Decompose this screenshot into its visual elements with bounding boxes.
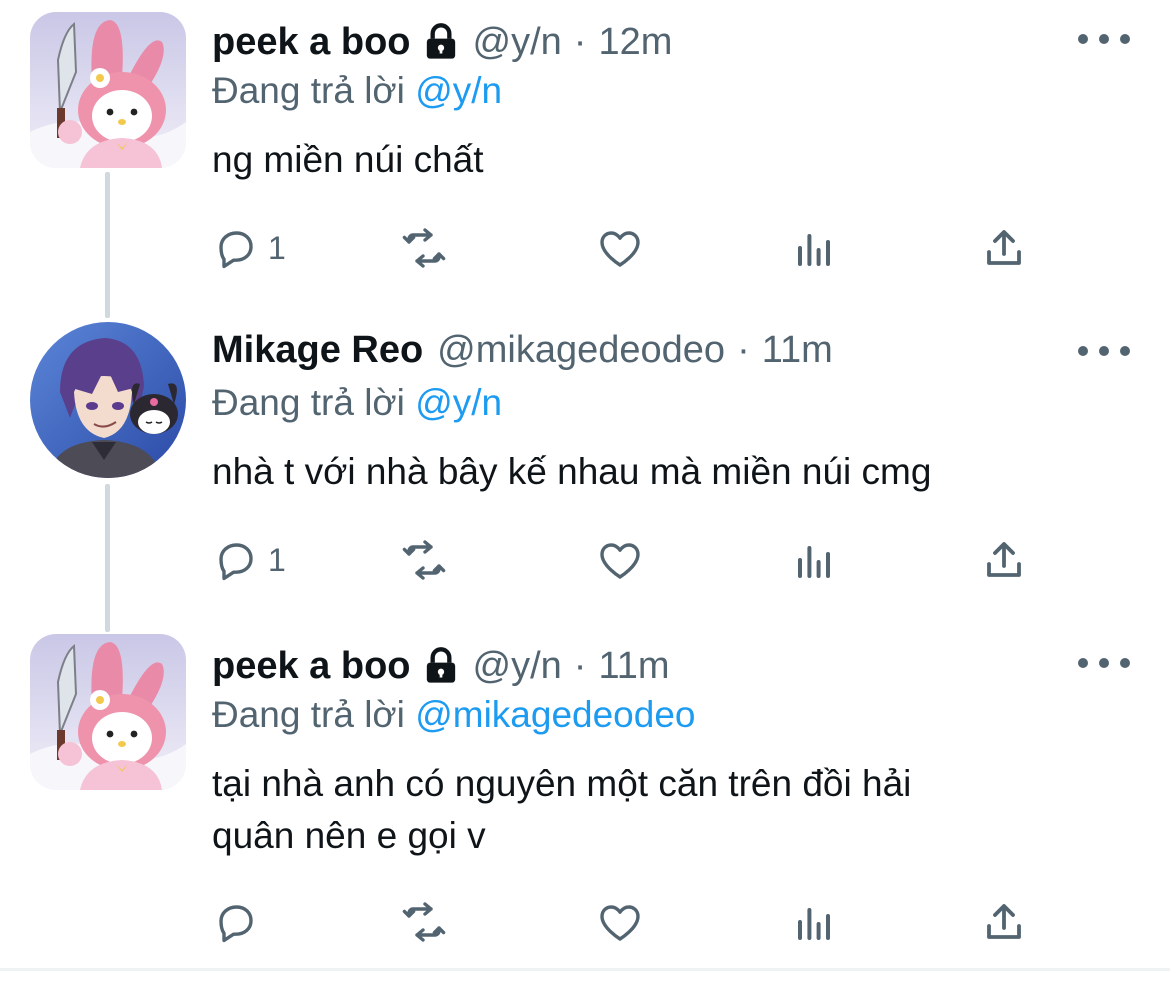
tweet-text-line: ng miền núi chất xyxy=(212,139,484,180)
display-name[interactable]: peek a boo xyxy=(212,645,411,688)
tweet[interactable]: peek a boo @y/n · 12m Đang trả lời @y/n … xyxy=(0,0,1170,300)
retweet-button[interactable] xyxy=(400,896,448,948)
my-melody-avatar xyxy=(30,634,186,790)
timestamp[interactable]: 12m xyxy=(598,21,672,64)
retweet-button[interactable] xyxy=(400,222,448,274)
action-bar: 1 xyxy=(212,222,1112,274)
like-icon xyxy=(600,543,640,579)
tweet-text-line: tại nhà anh có nguyên một căn trên đồi h… xyxy=(212,763,912,804)
tweet-header: Mikage Reo @mikagedeodeo · 11m xyxy=(212,320,833,380)
reply-icon xyxy=(219,231,253,269)
share-button[interactable] xyxy=(980,534,1028,586)
timestamp[interactable]: 11m xyxy=(598,645,669,688)
like-button[interactable] xyxy=(596,534,644,586)
avatar[interactable] xyxy=(30,322,186,478)
reply-icon xyxy=(219,543,253,581)
reply-button[interactable]: 1 xyxy=(212,534,286,586)
tweet[interactable]: Mikage Reo @mikagedeodeo · 11m Đang trả … xyxy=(0,312,1170,612)
share-icon xyxy=(987,230,1021,265)
analytics-icon xyxy=(798,234,830,266)
retweet-icon xyxy=(402,540,446,580)
more-icon[interactable] xyxy=(1078,24,1130,54)
action-bar xyxy=(212,896,1112,948)
reply-count: 1 xyxy=(268,541,286,578)
avatar[interactable] xyxy=(30,12,186,168)
mention-link[interactable]: @mikagedeodeo xyxy=(415,694,695,735)
tweet-text: nhà t với nhà bây kế nhau mà miền núi cm… xyxy=(212,446,1112,498)
separator: · xyxy=(573,20,587,63)
action-bar: 1 xyxy=(212,534,1112,586)
share-button[interactable] xyxy=(980,222,1028,274)
like-icon xyxy=(600,231,640,267)
separator: · xyxy=(737,328,750,371)
like-icon xyxy=(600,905,640,941)
handle[interactable]: @y/n xyxy=(473,645,562,688)
retweet-icon xyxy=(402,902,446,942)
tweet[interactable]: peek a boo @y/n · 11m Đang trả lời @mika… xyxy=(0,624,1170,964)
replying-to: Đang trả lời @y/n xyxy=(212,70,502,112)
share-button[interactable] xyxy=(980,896,1028,948)
more-icon[interactable] xyxy=(1078,648,1130,678)
tweet-text-line: quân nên e gọi v xyxy=(212,815,486,856)
tweet-header: peek a boo @y/n · 11m xyxy=(212,636,670,696)
like-button[interactable] xyxy=(596,222,644,274)
analytics-icon xyxy=(798,908,830,940)
divider xyxy=(0,968,1170,971)
replying-to: Đang trả lời @y/n xyxy=(212,382,502,424)
lock-icon xyxy=(426,23,455,59)
tweet-text-line: nhà t với nhà bây kế nhau mà miền núi cm… xyxy=(212,451,932,492)
reply-button[interactable] xyxy=(212,896,260,948)
handle[interactable]: @mikagedeodeo xyxy=(437,329,725,372)
like-button[interactable] xyxy=(596,896,644,948)
retweet-button[interactable] xyxy=(400,534,448,586)
reply-count: 1 xyxy=(268,229,286,266)
analytics-button[interactable] xyxy=(790,534,838,586)
timestamp[interactable]: 11m xyxy=(762,329,833,372)
replying-to-label: Đang trả lời xyxy=(212,70,405,111)
tweet-text: ng miền núi chất xyxy=(212,134,1112,186)
anime-character-avatar xyxy=(30,322,186,478)
replying-to: Đang trả lời @mikagedeodeo xyxy=(212,694,696,736)
display-name[interactable]: Mikage Reo xyxy=(212,329,423,372)
analytics-button[interactable] xyxy=(790,896,838,948)
lock-icon xyxy=(426,647,455,683)
mention-link[interactable]: @y/n xyxy=(415,70,502,111)
replying-to-label: Đang trả lời xyxy=(212,694,405,735)
reply-icon xyxy=(219,905,253,943)
reply-button[interactable]: 1 xyxy=(212,222,286,274)
analytics-button[interactable] xyxy=(790,222,838,274)
tweet-header: peek a boo @y/n · 12m xyxy=(212,12,672,72)
tweet-text: tại nhà anh có nguyên một căn trên đồi h… xyxy=(212,758,1112,862)
share-icon xyxy=(987,904,1021,939)
separator: · xyxy=(573,644,587,687)
my-melody-avatar xyxy=(30,12,186,168)
handle[interactable]: @y/n xyxy=(473,21,562,64)
mention-link[interactable]: @y/n xyxy=(415,382,502,423)
analytics-icon xyxy=(798,546,830,578)
more-icon[interactable] xyxy=(1078,336,1130,366)
share-icon xyxy=(987,542,1021,577)
retweet-icon xyxy=(402,228,446,268)
display-name[interactable]: peek a boo xyxy=(212,21,411,64)
avatar[interactable] xyxy=(30,634,186,790)
replying-to-label: Đang trả lời xyxy=(212,382,405,423)
